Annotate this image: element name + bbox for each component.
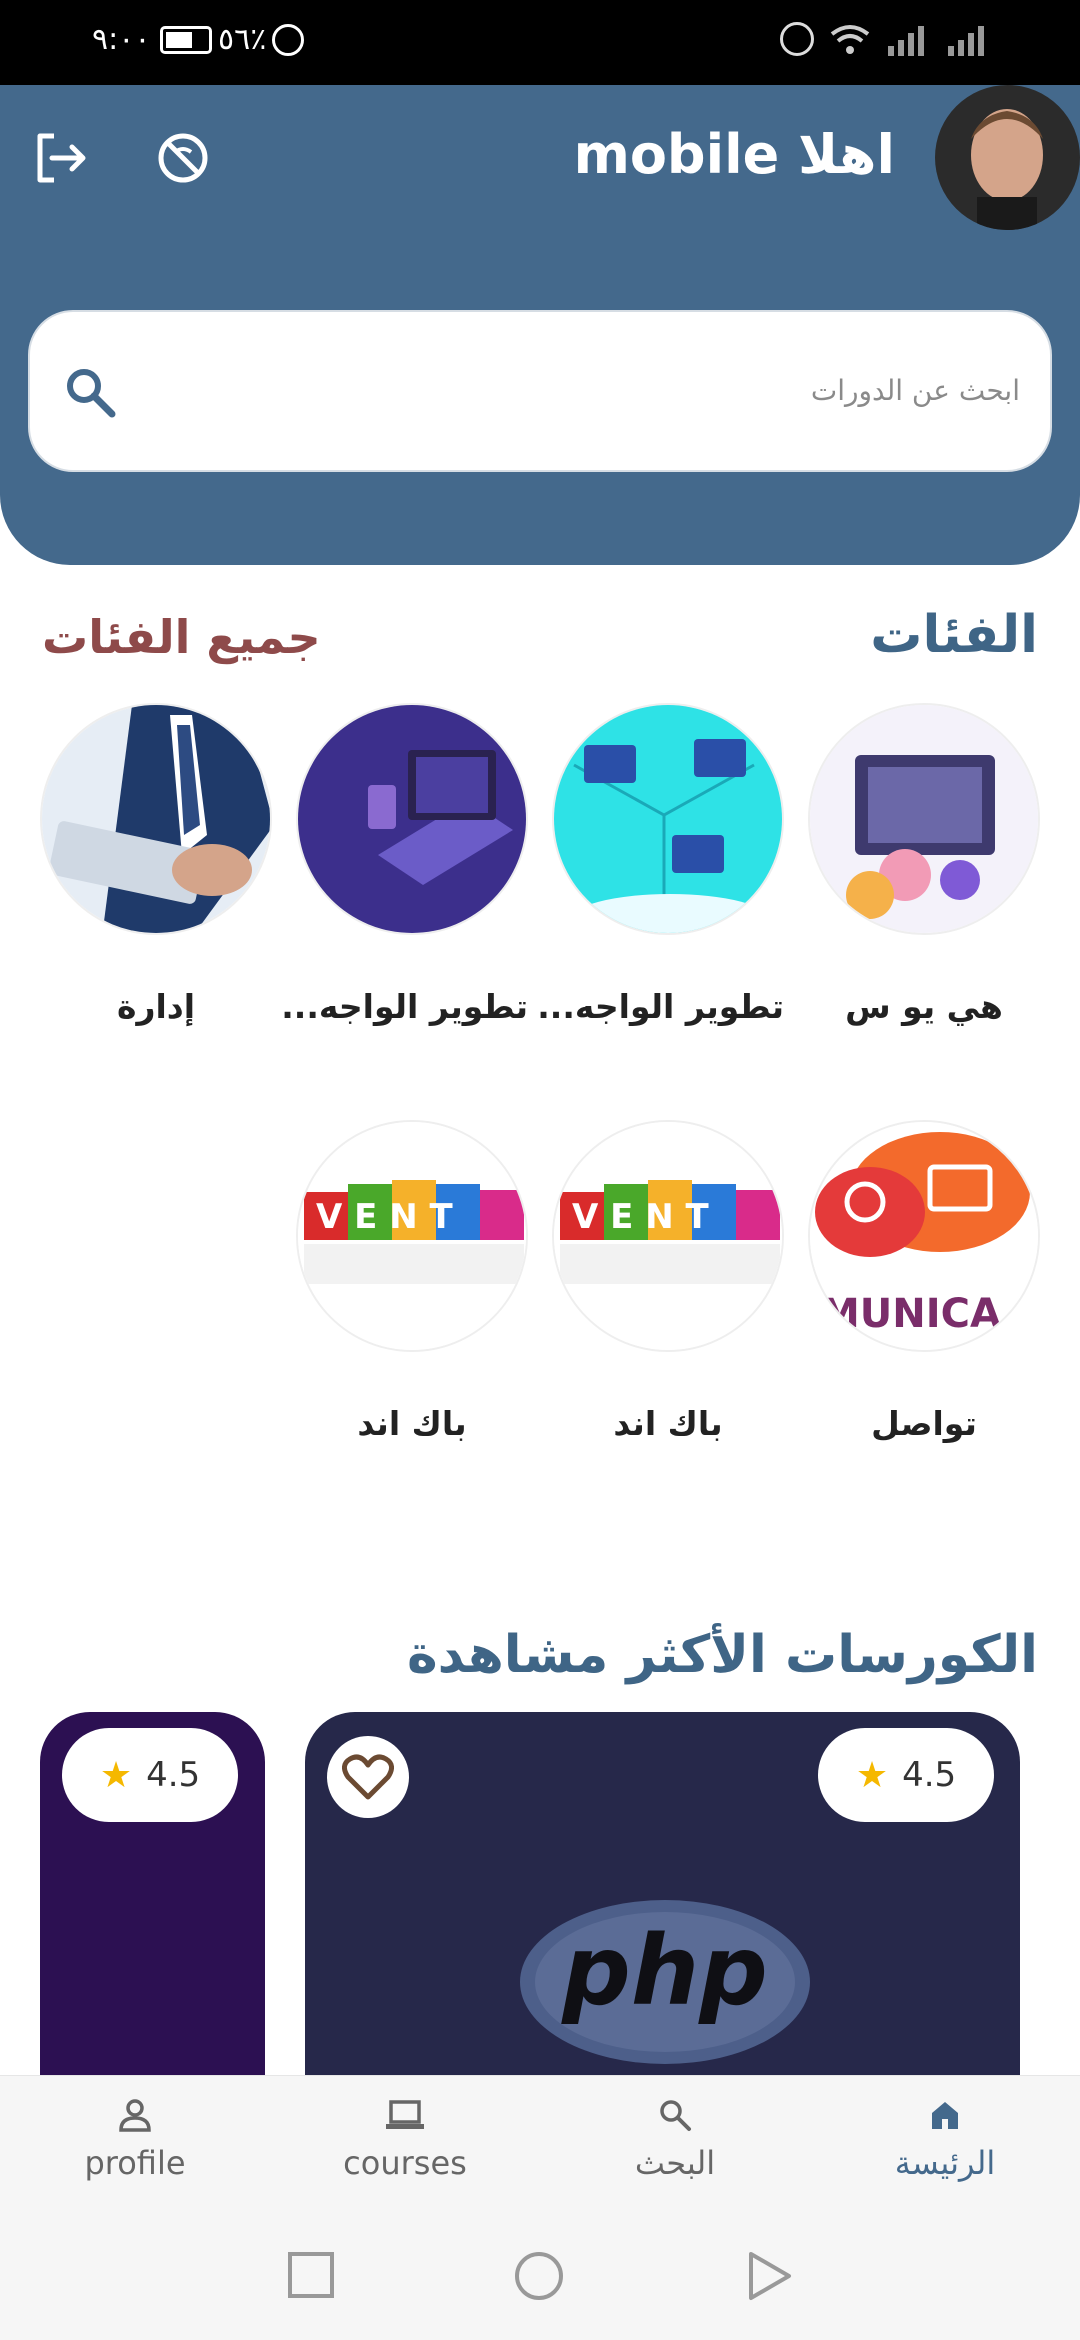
star-icon: ★ xyxy=(855,1754,889,1796)
heart-icon xyxy=(342,1754,394,1800)
category-image: V E N T xyxy=(296,1120,528,1352)
category-item[interactable]: V E N T باك اند xyxy=(552,1120,784,1443)
category-image xyxy=(808,703,1040,935)
nav-label: البحث xyxy=(634,2144,716,2182)
search-input[interactable]: ابحث عن الدورات xyxy=(28,310,1052,472)
favorite-button[interactable] xyxy=(327,1736,409,1818)
category-label: تطوير الواجه... xyxy=(281,987,528,1026)
recents-icon[interactable] xyxy=(286,2250,336,2300)
category-item[interactable]: هي يو س xyxy=(808,703,1040,1026)
category-item[interactable]: V E N T باك اند xyxy=(296,1120,528,1443)
alarm-icon xyxy=(272,24,304,56)
back-icon[interactable] xyxy=(745,2250,795,2302)
popular-courses-title: الكورسات الأكثر مشاهدة xyxy=(406,1625,1038,1685)
nav-label: profile xyxy=(84,2144,186,2182)
all-categories-link[interactable]: جميع الفئات xyxy=(42,610,321,664)
category-label: تطوير الواجه... xyxy=(537,987,784,1026)
course-card[interactable]: ★ 4.5 xyxy=(40,1712,265,2082)
svg-text:V E N T: V E N T xyxy=(572,1197,710,1237)
star-icon: ★ xyxy=(99,1754,133,1796)
categories-title: الفئات xyxy=(870,605,1038,665)
do-not-disturb-icon[interactable] xyxy=(155,130,211,186)
person-icon xyxy=(119,2099,151,2132)
category-image: V E N T xyxy=(552,1120,784,1352)
rating-badge: ★ 4.5 xyxy=(818,1728,994,1822)
signal-icon-2 xyxy=(948,26,984,56)
rating-value: 4.5 xyxy=(146,1755,201,1795)
battery-level: ٥٦٪ xyxy=(218,22,267,57)
category-item[interactable]: إدارة xyxy=(40,703,272,1026)
nav-item-courses[interactable]: courses xyxy=(305,2098,505,2182)
nav-item-home[interactable]: الرئيسة xyxy=(845,2098,1045,2182)
category-image xyxy=(296,703,528,935)
category-image: MUNICA xyxy=(808,1120,1040,1352)
nav-label: courses xyxy=(343,2144,467,2182)
greeting-title: اهلا mobile xyxy=(573,123,895,186)
status-time: ٩:٠٠ xyxy=(92,22,151,57)
php-logo: php xyxy=(520,1900,810,2064)
status-bar: ٩:٠٠ ٥٦٪ xyxy=(0,0,1080,85)
avatar[interactable] xyxy=(935,85,1080,230)
header: اهلا mobile ابحث عن الدورات xyxy=(0,85,1080,565)
rating-value: 4.5 xyxy=(902,1755,957,1795)
signal-icon xyxy=(888,26,924,56)
category-item[interactable]: MUNICA تواصل xyxy=(808,1120,1040,1443)
category-item[interactable]: تطوير الواجه... xyxy=(281,703,528,1026)
laptop-icon xyxy=(386,2100,424,2129)
category-label: باك اند xyxy=(357,1404,467,1443)
system-nav-bar xyxy=(0,2215,1080,2340)
bottom-nav: profile courses البحث الرئيسة xyxy=(0,2075,1080,2215)
course-card[interactable]: ★ 4.5 php xyxy=(305,1712,1020,2082)
category-item[interactable]: تطوير الواجه... xyxy=(537,703,784,1026)
svg-text:MUNICA: MUNICA xyxy=(820,1291,1001,1337)
nav-label: الرئيسة xyxy=(894,2144,996,2182)
home-icon xyxy=(932,2102,958,2129)
nav-item-profile[interactable]: profile xyxy=(35,2098,235,2182)
category-label: باك اند xyxy=(613,1404,723,1443)
whatsapp-icon xyxy=(780,22,814,56)
nav-item-search[interactable]: البحث xyxy=(575,2098,775,2182)
search-icon xyxy=(660,2100,691,2131)
rating-badge: ★ 4.5 xyxy=(62,1728,238,1822)
battery-icon xyxy=(160,26,212,54)
search-icon[interactable] xyxy=(62,364,120,422)
svg-text:V E N T: V E N T xyxy=(316,1197,454,1237)
category-label: إدارة xyxy=(116,987,196,1026)
search-placeholder: ابحث عن الدورات xyxy=(810,374,1020,407)
php-logo-text: php xyxy=(561,1915,768,2027)
category-label: تواصل xyxy=(871,1404,977,1443)
category-label: هي يو س xyxy=(845,987,1003,1026)
logout-icon[interactable] xyxy=(32,130,88,186)
home-circle-icon[interactable] xyxy=(513,2250,565,2302)
wifi-icon xyxy=(830,25,870,54)
category-image xyxy=(40,703,272,935)
category-image xyxy=(552,703,784,935)
